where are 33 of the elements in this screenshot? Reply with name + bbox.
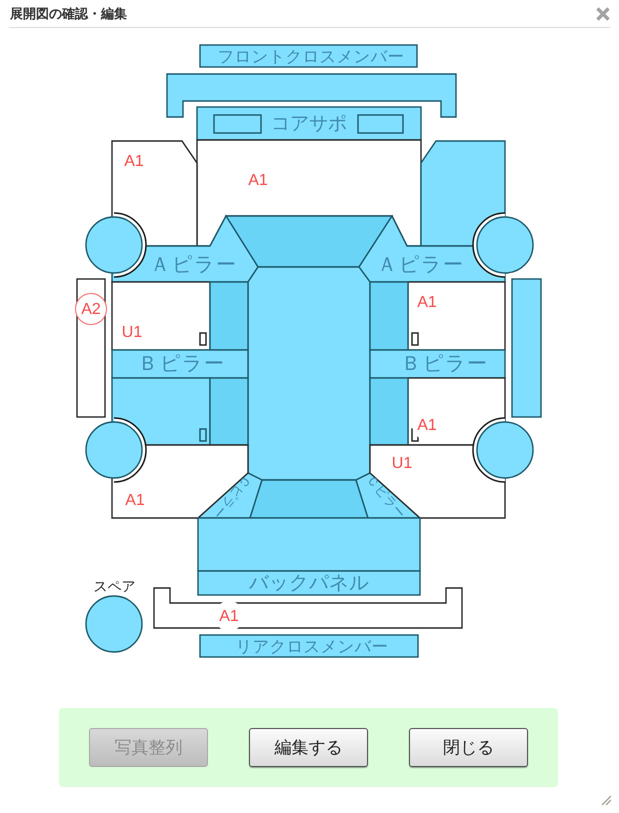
tire [85,212,147,278]
action-button[interactable]: 閉じる [409,728,528,767]
part-label: Ｃピラー [210,472,254,522]
damage-code: U1 [392,455,412,472]
tire [85,417,147,483]
damage-code: A2 [75,293,107,325]
part-label: Ｂピラー [138,353,226,375]
part-label: リアクロスメンバー [236,638,388,656]
part-label: Ａピラー [377,254,465,276]
damage-code: A1 [124,153,144,170]
close-icon[interactable] [596,6,610,20]
damage-code: A1 [219,608,239,625]
resize-grip-icon[interactable] [601,795,611,805]
part-label: コアサポ [271,114,347,134]
damage-code: A1 [125,492,145,509]
part-label: Ｂピラー [401,353,489,375]
part-label: Ｃピラー [364,472,408,522]
action-button[interactable]: 編集する [249,728,368,767]
part-label: バックパネル [249,572,369,594]
damage-code: A1 [417,417,437,434]
tire [472,417,534,483]
door-handle [411,332,419,346]
tire [472,212,534,278]
damage-code: U1 [122,324,142,341]
part-label: フロントクロスメンバー [218,48,404,66]
spare-label: スペア [94,578,136,594]
door-handle [199,332,207,346]
spare-tire [85,595,143,653]
damage-code: A1 [248,172,268,189]
dialog-title: 展開図の確認・編集 [9,7,127,20]
part-label: Ａピラー [150,254,238,276]
damage-code: A1 [417,294,437,311]
door-handle [199,428,207,442]
